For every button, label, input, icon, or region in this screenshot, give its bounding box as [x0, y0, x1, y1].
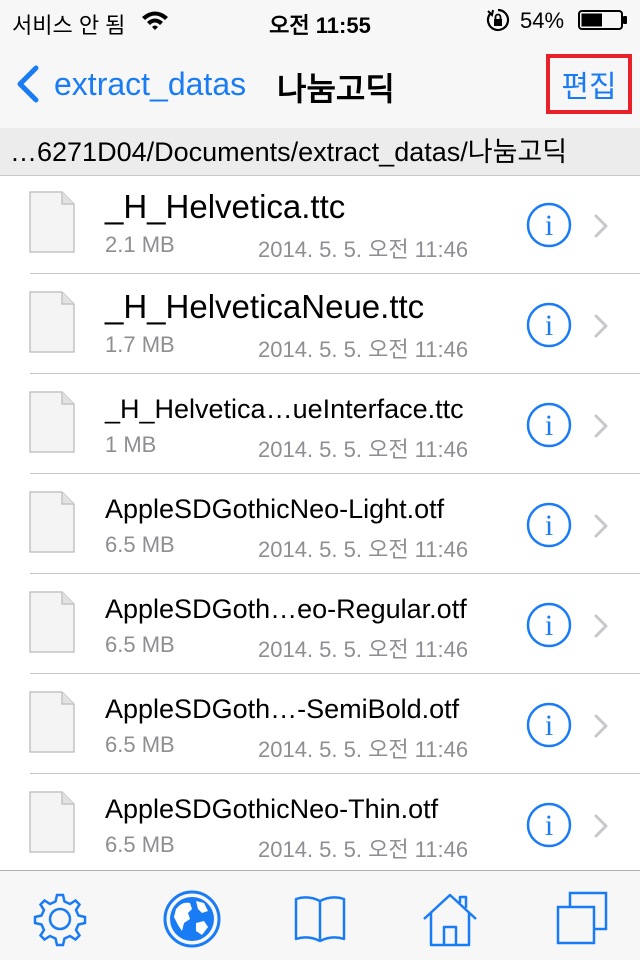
- document-icon: [29, 491, 75, 553]
- chevron-right-icon: [594, 314, 608, 338]
- info-icon[interactable]: i: [526, 202, 572, 248]
- svg-text:i: i: [545, 609, 553, 642]
- file-name: _H_HelveticaNeue.ttc: [105, 288, 425, 325]
- row-separator: [30, 373, 640, 374]
- chevron-right-icon: [594, 414, 608, 438]
- svg-text:i: i: [545, 809, 553, 842]
- file-size: 6.5 MB: [105, 832, 175, 857]
- document-icon: [29, 591, 75, 653]
- file-date: 2014. 5. 5. 오전 11:46: [258, 337, 469, 362]
- svg-text:i: i: [545, 709, 553, 742]
- file-size: 6.5 MB: [105, 732, 175, 757]
- back-button-label: extract_datas: [54, 65, 247, 102]
- file-row[interactable]: AppleSDGothicNeo-Thin.otf 6.5 MB 2014. 5. …: [0, 776, 640, 870]
- document-icon: [29, 391, 75, 453]
- file-size: 2.1 MB: [105, 232, 175, 257]
- info-icon[interactable]: i: [526, 802, 572, 848]
- file-name: AppleSDGothicNeo-Thin.otf: [105, 794, 439, 824]
- info-icon[interactable]: i: [526, 702, 572, 748]
- file-size: 6.5 MB: [105, 532, 175, 557]
- row-separator: [30, 473, 640, 474]
- file-date: 2014. 5. 5. 오전 11:46: [258, 637, 469, 662]
- file-name: _H_Helvetica.ttc: [105, 188, 346, 225]
- file-size: 6.5 MB: [105, 632, 175, 657]
- tab-bar: [0, 870, 640, 960]
- chevron-left-icon: [17, 65, 39, 103]
- copy-windows-icon[interactable]: [552, 889, 612, 949]
- gear-icon[interactable]: [30, 889, 90, 949]
- file-name: AppleSDGothicNeo-Light.otf: [105, 494, 445, 524]
- document-icon: [29, 191, 75, 253]
- svg-text:i: i: [545, 309, 553, 342]
- row-separator: [30, 673, 640, 674]
- file-date: 2014. 5. 5. 오전 11:46: [258, 737, 469, 762]
- globe-icon[interactable]: [162, 889, 222, 949]
- navigation-bar: extract_datas 나눔고딕 편집: [0, 40, 640, 128]
- status-bar: 서비스 안 됨 오전 11:55 54%: [0, 0, 640, 40]
- file-size: 1.7 MB: [105, 332, 175, 357]
- book-icon[interactable]: [290, 889, 350, 949]
- edit-button-label: 편집: [561, 71, 617, 104]
- svg-text:i: i: [545, 409, 553, 442]
- row-separator: [30, 573, 640, 574]
- svg-text:i: i: [545, 209, 553, 242]
- row-separator: [30, 773, 640, 774]
- svg-text:i: i: [545, 509, 553, 542]
- file-date: 2014. 5. 5. 오전 11:46: [258, 537, 469, 562]
- path-breadcrumb: …6271D04/Documents/extract_datas/나눔고딕: [0, 128, 640, 176]
- rotation-lock-icon: [486, 8, 510, 32]
- document-icon: [29, 291, 75, 353]
- file-date: 2014. 5. 5. 오전 11:46: [258, 837, 469, 862]
- info-icon[interactable]: i: [526, 302, 572, 348]
- file-row[interactable]: _H_HelveticaNeue.ttc 1.7 MB 2014. 5. 5. 오전…: [0, 276, 640, 376]
- file-name: AppleSDGoth…eo-Regular.otf: [105, 594, 467, 624]
- file-row[interactable]: _H_Helvetica.ttc 2.1 MB 2014. 5. 5. 오전 11:…: [0, 176, 640, 276]
- home-icon[interactable]: [420, 889, 480, 949]
- back-button[interactable]: extract_datas: [14, 62, 246, 106]
- file-list[interactable]: _H_Helvetica.ttc 2.1 MB 2014. 5. 5. 오전 11:…: [0, 176, 640, 870]
- row-separator: [30, 273, 640, 274]
- file-row[interactable]: AppleSDGoth…-SemiBold.otf 6.5 MB 2014. 5. …: [0, 676, 640, 776]
- info-icon[interactable]: i: [526, 602, 572, 648]
- chevron-right-icon: [594, 714, 608, 738]
- file-row[interactable]: AppleSDGothicNeo-Light.otf 6.5 MB 2014. 5.…: [0, 476, 640, 576]
- chevron-right-icon: [594, 514, 608, 538]
- file-row[interactable]: _H_Helvetica…ueInterface.ttc 1 MB 2014. 5.…: [0, 376, 640, 476]
- document-icon: [29, 691, 75, 753]
- battery-icon: [578, 10, 627, 30]
- info-icon[interactable]: i: [526, 502, 572, 548]
- file-date: 2014. 5. 5. 오전 11:46: [258, 437, 469, 462]
- document-icon: [29, 791, 75, 853]
- battery-percent: 54%: [520, 8, 565, 33]
- file-size: 1 MB: [105, 432, 157, 457]
- chevron-right-icon: [594, 614, 608, 638]
- file-row[interactable]: AppleSDGoth…eo-Regular.otf 6.5 MB 2014. 5.…: [0, 576, 640, 676]
- edit-button[interactable]: 편집: [546, 54, 632, 114]
- chevron-right-icon: [594, 214, 608, 238]
- file-date: 2014. 5. 5. 오전 11:46: [258, 237, 469, 262]
- chevron-right-icon: [594, 814, 608, 838]
- page-title: 나눔고딕: [277, 71, 395, 107]
- file-name: AppleSDGoth…-SemiBold.otf: [105, 694, 460, 724]
- info-icon[interactable]: i: [526, 402, 572, 448]
- file-name: _H_Helvetica…ueInterface.ttc: [105, 394, 464, 424]
